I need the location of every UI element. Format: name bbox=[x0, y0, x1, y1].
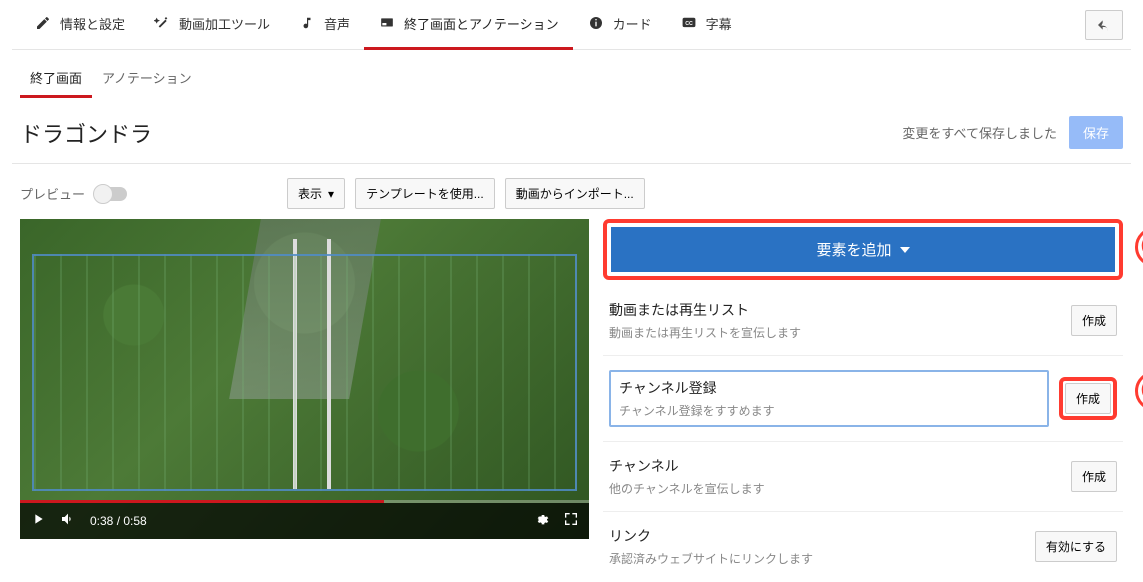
tab-label: 情報と設定 bbox=[60, 14, 125, 33]
endscreen-overlay[interactable] bbox=[32, 254, 577, 491]
pencil-icon bbox=[34, 14, 52, 32]
tab-info-settings[interactable]: 情報と設定 bbox=[20, 0, 139, 50]
element-link: リンク 承認済みウェブサイトにリンクします 有効にする bbox=[603, 512, 1123, 581]
add-element-button[interactable]: 要素を追加 bbox=[611, 227, 1115, 272]
preview-label: プレビュー bbox=[20, 184, 85, 203]
chevron-down-icon: ▾ bbox=[328, 187, 334, 201]
note-icon bbox=[298, 14, 316, 32]
display-dropdown[interactable]: 表示 ▾ bbox=[287, 178, 345, 209]
create-button[interactable]: 作成 bbox=[1065, 383, 1111, 414]
player-time: 0:38 / 0:58 bbox=[90, 514, 147, 528]
endscreen-icon bbox=[378, 14, 396, 32]
tab-label: 動画加工ツール bbox=[179, 14, 270, 33]
settings-icon[interactable] bbox=[533, 511, 549, 532]
subtab-endscreen[interactable]: 終了画面 bbox=[20, 60, 92, 98]
fullscreen-icon[interactable] bbox=[563, 511, 579, 532]
add-element-label: 要素を追加 bbox=[816, 239, 891, 260]
tab-label: 音声 bbox=[324, 14, 350, 33]
callout-1: ① bbox=[1135, 227, 1143, 267]
svg-text:CC: CC bbox=[685, 21, 693, 27]
chevron-down-icon bbox=[900, 247, 910, 253]
back-button[interactable] bbox=[1085, 10, 1123, 40]
player-controls: 0:38 / 0:58 bbox=[20, 503, 589, 539]
volume-icon[interactable] bbox=[60, 511, 76, 532]
return-arrow-icon bbox=[1096, 17, 1112, 33]
create-button[interactable]: 作成 bbox=[1071, 461, 1117, 492]
import-button[interactable]: 動画からインポート... bbox=[505, 178, 645, 209]
info-icon bbox=[587, 14, 605, 32]
cc-icon: CC bbox=[680, 14, 698, 32]
tab-label: カード bbox=[613, 14, 652, 33]
tab-cards[interactable]: カード bbox=[573, 0, 666, 50]
tab-label: 字幕 bbox=[706, 14, 732, 33]
element-desc: 他のチャンネルを宣伝します bbox=[609, 480, 1061, 497]
tab-label: 終了画面とアノテーション bbox=[404, 14, 559, 33]
element-desc: チャンネル登録をすすめます bbox=[619, 402, 1039, 419]
highlight-2: 作成 bbox=[1059, 377, 1117, 420]
element-title: リンク bbox=[609, 526, 1025, 546]
elements-panel: 要素を追加 動画または再生リスト 動画または再生リストを宣伝します 作成 チャン… bbox=[603, 219, 1123, 581]
video-title: ドラゴンドラ bbox=[20, 117, 902, 149]
save-status: 変更をすべて保存しました bbox=[902, 123, 1057, 142]
callout-2: ② bbox=[1135, 371, 1143, 411]
tab-enhancements[interactable]: 動画加工ツール bbox=[139, 0, 284, 50]
element-title: 動画または再生リスト bbox=[609, 300, 1061, 320]
save-button[interactable]: 保存 bbox=[1069, 116, 1123, 149]
subtab-annotations[interactable]: アノテーション bbox=[92, 60, 202, 98]
toolbar: プレビュー 表示 ▾ テンプレートを使用... 動画からインポート... bbox=[12, 164, 1131, 219]
element-title: チャンネル登録 bbox=[619, 378, 1039, 398]
element-desc: 承認済みウェブサイトにリンクします bbox=[609, 550, 1025, 567]
element-subscribe: チャンネル登録 チャンネル登録をすすめます 作成 bbox=[603, 356, 1123, 442]
element-title: チャンネル bbox=[609, 456, 1061, 476]
wand-icon bbox=[153, 14, 171, 32]
tab-audio[interactable]: 音声 bbox=[284, 0, 364, 50]
tab-subtitles[interactable]: CC 字幕 bbox=[666, 0, 746, 50]
element-channel: チャンネル 他のチャンネルを宣伝します 作成 bbox=[603, 442, 1123, 512]
sub-nav: 終了画面 アノテーション bbox=[12, 50, 1131, 98]
enable-button[interactable]: 有効にする bbox=[1035, 531, 1117, 562]
video-player[interactable]: 0:38 / 0:58 bbox=[20, 219, 589, 539]
progress-bar[interactable] bbox=[20, 500, 589, 503]
display-dropdown-label: 表示 bbox=[298, 185, 322, 202]
title-bar: ドラゴンドラ 変更をすべて保存しました 保存 bbox=[12, 98, 1131, 164]
play-icon[interactable] bbox=[30, 511, 46, 532]
element-video-playlist: 動画または再生リスト 動画または再生リストを宣伝します 作成 bbox=[603, 286, 1123, 356]
element-desc: 動画または再生リストを宣伝します bbox=[609, 324, 1061, 341]
highlight-1: 要素を追加 bbox=[603, 219, 1123, 280]
template-button[interactable]: テンプレートを使用... bbox=[355, 178, 495, 209]
top-nav: 情報と設定 動画加工ツール 音声 終了画面とアノテーション カード CC 字幕 bbox=[12, 0, 1131, 50]
create-button[interactable]: 作成 bbox=[1071, 305, 1117, 336]
tab-endscreen[interactable]: 終了画面とアノテーション bbox=[364, 0, 573, 50]
preview-toggle[interactable] bbox=[95, 187, 127, 201]
